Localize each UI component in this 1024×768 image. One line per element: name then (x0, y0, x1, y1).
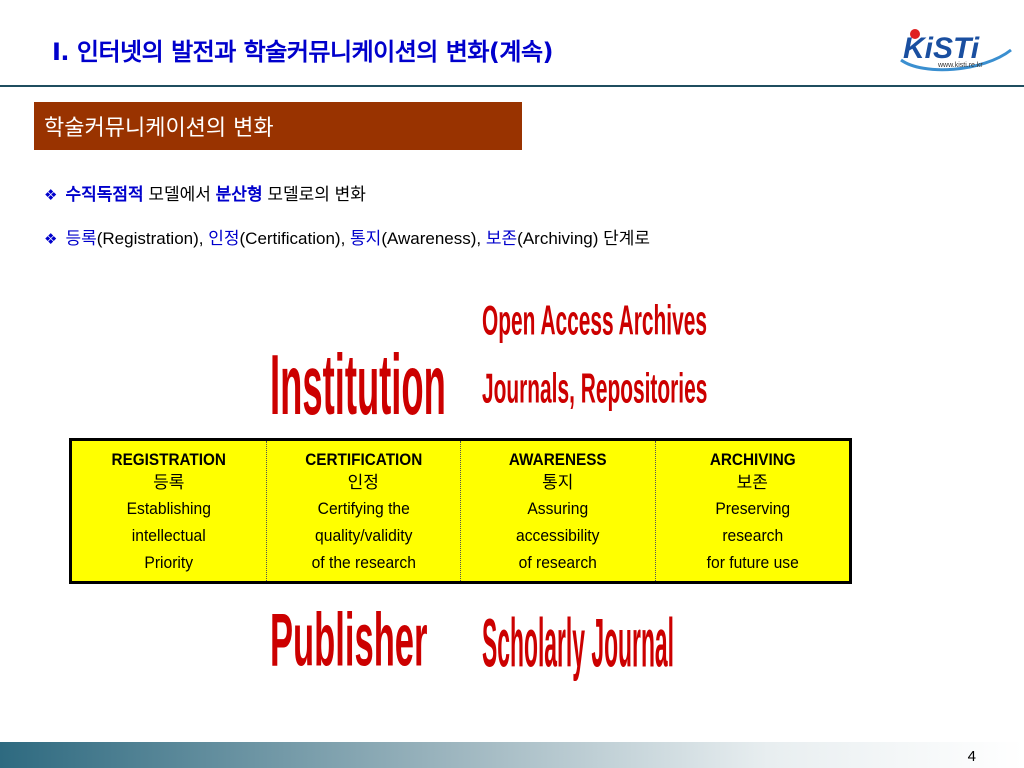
stage-desc-line: for future use (706, 553, 799, 572)
stage-korean: 등록 (153, 473, 185, 493)
stage-name: ARCHIVING (709, 450, 796, 469)
stage-korean: 보존 (736, 473, 768, 493)
stages-table: REGISTRATION 등록 Establishing intellectua… (69, 438, 852, 584)
bullet-keyword: 인정 (208, 229, 240, 248)
stage-desc-line: Certifying the (317, 499, 410, 518)
bullet-text: (Registration), (96, 229, 209, 248)
footer-gradient-bar (0, 742, 1024, 768)
stage-desc-line: Establishing (126, 499, 211, 518)
bullet-item: ❖ 수직독점적 모델에서 분산형 모델로의 변화 (44, 180, 366, 205)
stage-korean: 인정 (347, 473, 379, 493)
header-divider (0, 85, 1024, 87)
stage-desc-line: Assuring (527, 499, 589, 518)
stage-desc-line: research (721, 526, 783, 545)
bullet-text: (Certification), (239, 229, 351, 248)
logo-text: KiSTi (903, 32, 980, 65)
stage-desc-line: Preserving (714, 499, 790, 518)
diamond-bullet-icon: ❖ (44, 187, 58, 204)
stage-desc-line: Priority (144, 553, 194, 572)
section-heading: 학술커뮤니케이션의 변화 (34, 102, 522, 150)
open-access-label: Open Access Archives (482, 298, 707, 345)
stage-cell-awareness: AWARENESS 통지 Assuring accessibility of r… (461, 441, 656, 581)
stage-cell-archiving: ARCHIVING 보존 Preserving research for fut… (656, 441, 850, 581)
institution-label: Institution (270, 337, 446, 433)
page-number: 4 (967, 748, 976, 765)
stage-desc-line: intellectual (131, 526, 206, 545)
stage-name: CERTIFICATION (304, 450, 422, 469)
bullet-keyword: 분산형 (215, 185, 263, 204)
scholarly-journal-label: Scholarly Journal (482, 606, 675, 682)
stage-cell-registration: REGISTRATION 등록 Establishing intellectua… (72, 441, 267, 581)
bullet-text: 모델에서 (143, 185, 216, 204)
bullet-text: (Archiving) 단계로 (517, 229, 651, 248)
stage-desc-line: of the research (311, 553, 416, 572)
slide-title: Ⅰ. 인터넷의 발전과 학술커뮤니케이션의 변화(계속) (52, 38, 554, 66)
bullet-text: 모델로의 변화 (262, 185, 366, 204)
stage-name: AWARENESS (508, 450, 607, 469)
bullet-keyword: 통지 (350, 229, 382, 248)
diamond-bullet-icon: ❖ (44, 231, 58, 248)
stage-korean: 통지 (542, 473, 574, 493)
logo-url: www.kisti.re.kr (938, 62, 983, 69)
stage-desc-line: quality/validity (314, 526, 412, 545)
stage-name: REGISTRATION (111, 450, 226, 469)
journals-repositories-label: Journals, Repositories (482, 366, 708, 413)
stage-desc-line: accessibility (516, 526, 600, 545)
bullet-item: ❖ 등록(Registration), 인정(Certification), 통지… (44, 224, 650, 249)
publisher-label: Publisher (270, 597, 428, 683)
stage-cell-certification: CERTIFICATION 인정 Certifying the quality/… (267, 441, 461, 581)
bullet-keyword: 보존 (485, 229, 518, 248)
bullet-keyword: 수직독점적 (65, 185, 144, 204)
bullet-keyword: 등록 (65, 229, 97, 248)
bullet-text: (Awareness), (381, 229, 486, 248)
stage-desc-line: of research (518, 553, 597, 572)
